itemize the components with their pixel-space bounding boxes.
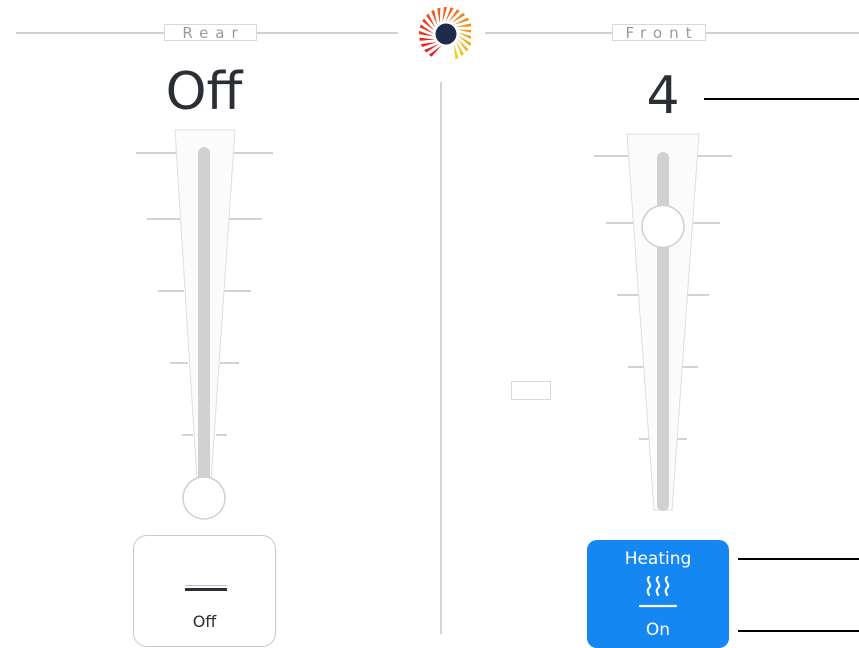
heat-waves-icon [638,575,678,608]
rear-heat-slider[interactable] [136,129,273,520]
rear-slider-thumb[interactable] [182,476,226,520]
off-bar-shadow [185,585,227,586]
front-heat-slider[interactable] [594,133,732,511]
value-pointer-line [704,98,859,100]
off-bar-icon [185,588,227,591]
front-heating-button[interactable]: Heating On [587,540,729,648]
front-mode-state: On [645,620,671,640]
front-side-indicator [511,381,551,400]
rear-mode-label: Off [192,612,217,631]
rear-mode-button[interactable]: Off [133,535,276,647]
state-pointer-line [738,630,859,632]
heating-pointer-line [738,558,859,560]
front-mode-title: Heating [624,549,692,569]
front-slider-thumb[interactable] [641,204,685,249]
